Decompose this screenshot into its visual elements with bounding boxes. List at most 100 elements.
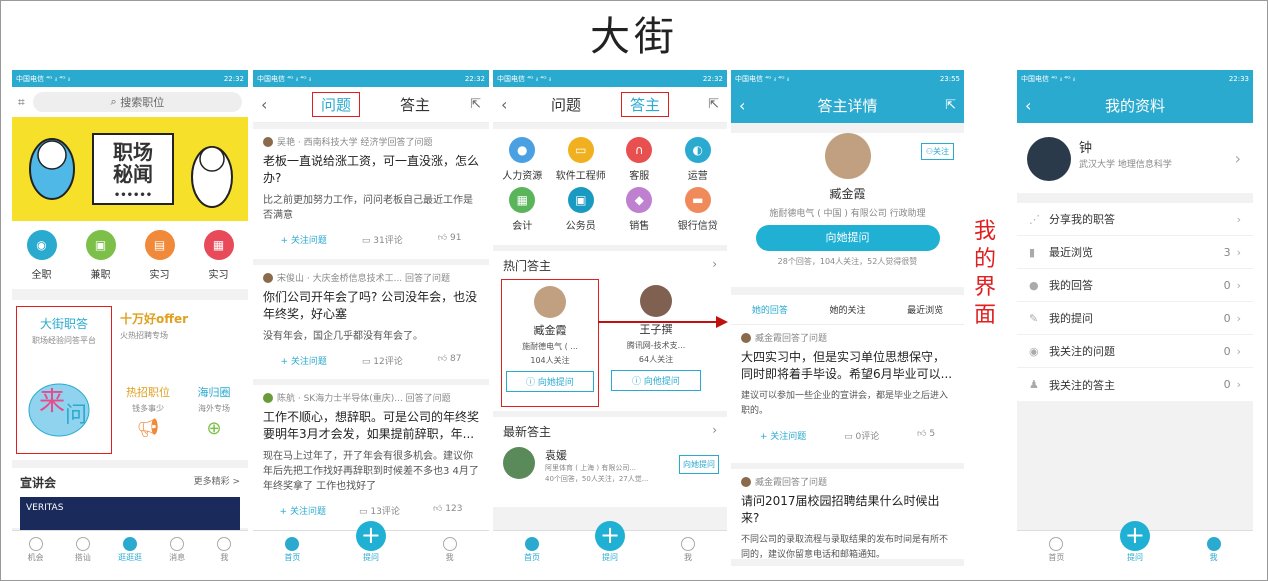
nav-label: 我	[445, 553, 454, 562]
comment-count[interactable]: ▭ 31评论	[362, 233, 403, 246]
nav-me[interactable]: 我	[1194, 537, 1234, 563]
feature-hot-jobs[interactable]: 热招职位 钱多事少 📢︎	[120, 384, 176, 439]
cat-accounting[interactable]: ▦ 会计	[493, 187, 552, 237]
nav-opportunity[interactable]: 机会	[16, 537, 56, 563]
follow-question-button[interactable]: + 关注问题	[281, 233, 327, 246]
nav-home[interactable]: 首页	[272, 537, 312, 563]
ask-her-button[interactable]: 向她提问	[755, 225, 940, 251]
like-count[interactable]: 👍︎ 5	[917, 429, 935, 442]
answer-card[interactable]: 臧金霞回答了问题 请问2017届校园招聘结果什么时候出来? 不同公司的录取流程与…	[731, 469, 964, 560]
share-icon[interactable]: ⇱	[470, 97, 481, 112]
menu-share[interactable]: ⋰ 分享我的职答 ›	[1017, 203, 1253, 236]
back-icon[interactable]: ‹	[1025, 96, 1031, 115]
cat-bank[interactable]: ▬ 银行信贷	[669, 187, 728, 237]
cat-service[interactable]: ∩ 客服	[610, 137, 669, 187]
nav-browse[interactable]: 逛逛逛	[110, 537, 150, 563]
tab-recent[interactable]: 最近浏览	[907, 303, 943, 316]
cat-hr[interactable]: ● 人力资源	[493, 137, 552, 187]
follow-question-button[interactable]: + 关注问题	[281, 354, 327, 367]
follow-button[interactable]: ⚇关注	[920, 143, 954, 160]
menu-followed-answerers[interactable]: ♟ 我关注的答主 0 ›	[1017, 368, 1253, 401]
scan-icon[interactable]: ⌗	[18, 95, 25, 110]
tag-icon: ◆	[626, 187, 653, 213]
dajie-qa-entry[interactable]: 大街职答 职场经验问答平台 来问	[16, 306, 112, 454]
answerer-card[interactable]: 王子撰 腾讯网-技术支... 64人关注 ⓘ 向他提问	[607, 279, 705, 407]
pencil-icon: ✎	[1029, 311, 1039, 325]
cat-civil[interactable]: ▣ 公务员	[552, 187, 611, 237]
cat-intern[interactable]: ▤ 实习	[144, 229, 175, 281]
tab-her-follows[interactable]: 她的关注	[829, 303, 865, 316]
like-count[interactable]: 👍︎ 91	[438, 233, 462, 246]
more-link[interactable]: 更多精彩 >	[194, 474, 240, 491]
person-icon: ♟	[1029, 378, 1039, 391]
chevron-right-icon[interactable]: ›	[712, 257, 717, 274]
feature-overseas[interactable]: 海归圈 海外专场 ⊕	[186, 384, 242, 439]
tab-answerers[interactable]: 答主	[400, 94, 430, 115]
question-card[interactable]: 宋俊山 · 大庆金桥信息技术工... 回答了问题 你们公司开年会了吗? 公司没年…	[253, 265, 489, 379]
banner-text: 职场 秘闻	[113, 140, 153, 186]
answer-card[interactable]: 臧金霞回答了问题 大四实习中，但是实习单位思想保守，同时即将着手毕设。希望6月毕…	[731, 325, 964, 463]
feature-title: 热招职位	[126, 386, 170, 399]
ask-her-button[interactable]: ⓘ 向她提问	[506, 371, 594, 392]
like-count[interactable]: 👍︎ 87	[438, 354, 462, 367]
nav-ask[interactable]: + 提问	[351, 521, 391, 563]
nav-messages[interactable]: 消息	[157, 537, 197, 563]
question-card[interactable]: 吴艳 · 西南科技大学 经济学回答了问题 老板一直说给涨工资，可一直没涨，怎么办…	[253, 129, 489, 259]
cat-software[interactable]: ▭ 软件工程师	[552, 137, 611, 187]
cat-intern-2[interactable]: ▦ 实习	[203, 229, 234, 281]
cat-ops[interactable]: ◐ 运营	[669, 137, 728, 187]
title-bar: ‹ 我的资料	[1017, 87, 1253, 123]
chevron-right-icon[interactable]: ›	[712, 423, 717, 440]
talk-banner[interactable]: VERITAS	[20, 497, 240, 531]
nav-me[interactable]: 我	[430, 537, 470, 563]
menu-followed-questions[interactable]: ◉ 我关注的问题 0 ›	[1017, 335, 1253, 368]
like-text: 91	[450, 233, 462, 243]
menu-recent[interactable]: ▮ 最近浏览 3 ›	[1017, 236, 1253, 269]
nav-me[interactable]: 我	[668, 537, 708, 563]
profile-row[interactable]: 钟 武汉大学 地理信息科学 ›	[1017, 123, 1253, 193]
comment-text: 13评论	[370, 507, 400, 517]
category-grid: ● 人力资源 ▭ 软件工程师 ∩ 客服 ◐ 运营 ▦ 会计 ▣ 公务员 ◆ 销售 ▬ 银行信贷	[493, 129, 727, 245]
comment-count[interactable]: ▭ 12评论	[362, 354, 403, 367]
nav-ask[interactable]: + 提问	[1115, 521, 1155, 563]
tab-answerers[interactable]: 答主	[621, 92, 670, 117]
screen-home: 中国电信 ⁴ᴳ ᵢₗ ⁴ᴳ ᵢₗ 22:32 ⌗ ⌕ 搜索职位 职场 秘闻 ••••…	[12, 70, 248, 566]
feature-offer[interactable]: 十万好offer 火热招聘专场	[120, 310, 188, 341]
tab-questions[interactable]: 问题	[551, 94, 581, 115]
cat-parttime[interactable]: ▣ 兼职	[85, 229, 116, 281]
title-bar: ‹ 答主详情 ⇱	[731, 87, 964, 123]
back-icon[interactable]: ‹	[501, 95, 507, 114]
menu-my-answers[interactable]: ● 我的回答 0 ›	[1017, 269, 1253, 302]
comment-count[interactable]: ▭ 13评论	[359, 504, 400, 517]
nav-me[interactable]: 我	[204, 537, 244, 563]
page-title: 我的资料	[1104, 96, 1165, 115]
nav-ask[interactable]: + 提问	[590, 521, 630, 563]
status-bar: 中国电信 ⁴ᴳ ᵢₗ ⁴ᴳ ᵢₗ 22:32	[493, 70, 727, 87]
ask-him-button[interactable]: ⓘ 向他提问	[611, 370, 701, 391]
follow-question-button[interactable]: + 关注问题	[280, 504, 326, 517]
follow-question-button[interactable]: + 关注问题	[760, 429, 806, 442]
feature-title: 大街职答	[39, 317, 88, 331]
back-icon[interactable]: ‹	[739, 96, 745, 115]
nav-home[interactable]: 首页	[512, 537, 552, 563]
like-count[interactable]: 👍︎ 123	[433, 504, 462, 517]
chevron-right-icon: ›	[1236, 278, 1241, 292]
question-card[interactable]: 陈航 · SK海力士半导体(重庆)... 回答了问题 工作不顺心，想辞职。可是公…	[253, 385, 489, 535]
comment-count[interactable]: ▭ 0评论	[844, 429, 879, 442]
nav-chat[interactable]: 搭讪	[63, 537, 103, 563]
cat-sales[interactable]: ◆ 销售	[610, 187, 669, 237]
menu-my-questions[interactable]: ✎ 我的提问 0 ›	[1017, 302, 1253, 335]
cat-fulltime[interactable]: ◉ 全职	[26, 229, 57, 281]
back-icon[interactable]: ‹	[261, 95, 267, 114]
share-icon[interactable]: ⇱	[708, 97, 719, 112]
answerer-card[interactable]: 臧金霞 施耐德电气 ( ... 104人关注 ⓘ 向她提问	[501, 279, 599, 407]
nav-home[interactable]: 首页	[1036, 537, 1076, 563]
ask-her-button[interactable]: 向她提问	[679, 455, 719, 474]
monitor-icon: ▭	[567, 137, 594, 163]
search-input[interactable]: ⌕ 搜索职位	[32, 92, 242, 112]
banner[interactable]: 职场 秘闻 ••••••	[12, 117, 248, 221]
tab-her-answers[interactable]: 她的回答	[752, 303, 788, 316]
share-icon[interactable]: ⇱	[945, 98, 956, 113]
tab-questions[interactable]: 问题	[311, 92, 360, 117]
category-row: ◉ 全职 ▣ 兼职 ▤ 实习 ▦ 实习	[12, 221, 248, 289]
